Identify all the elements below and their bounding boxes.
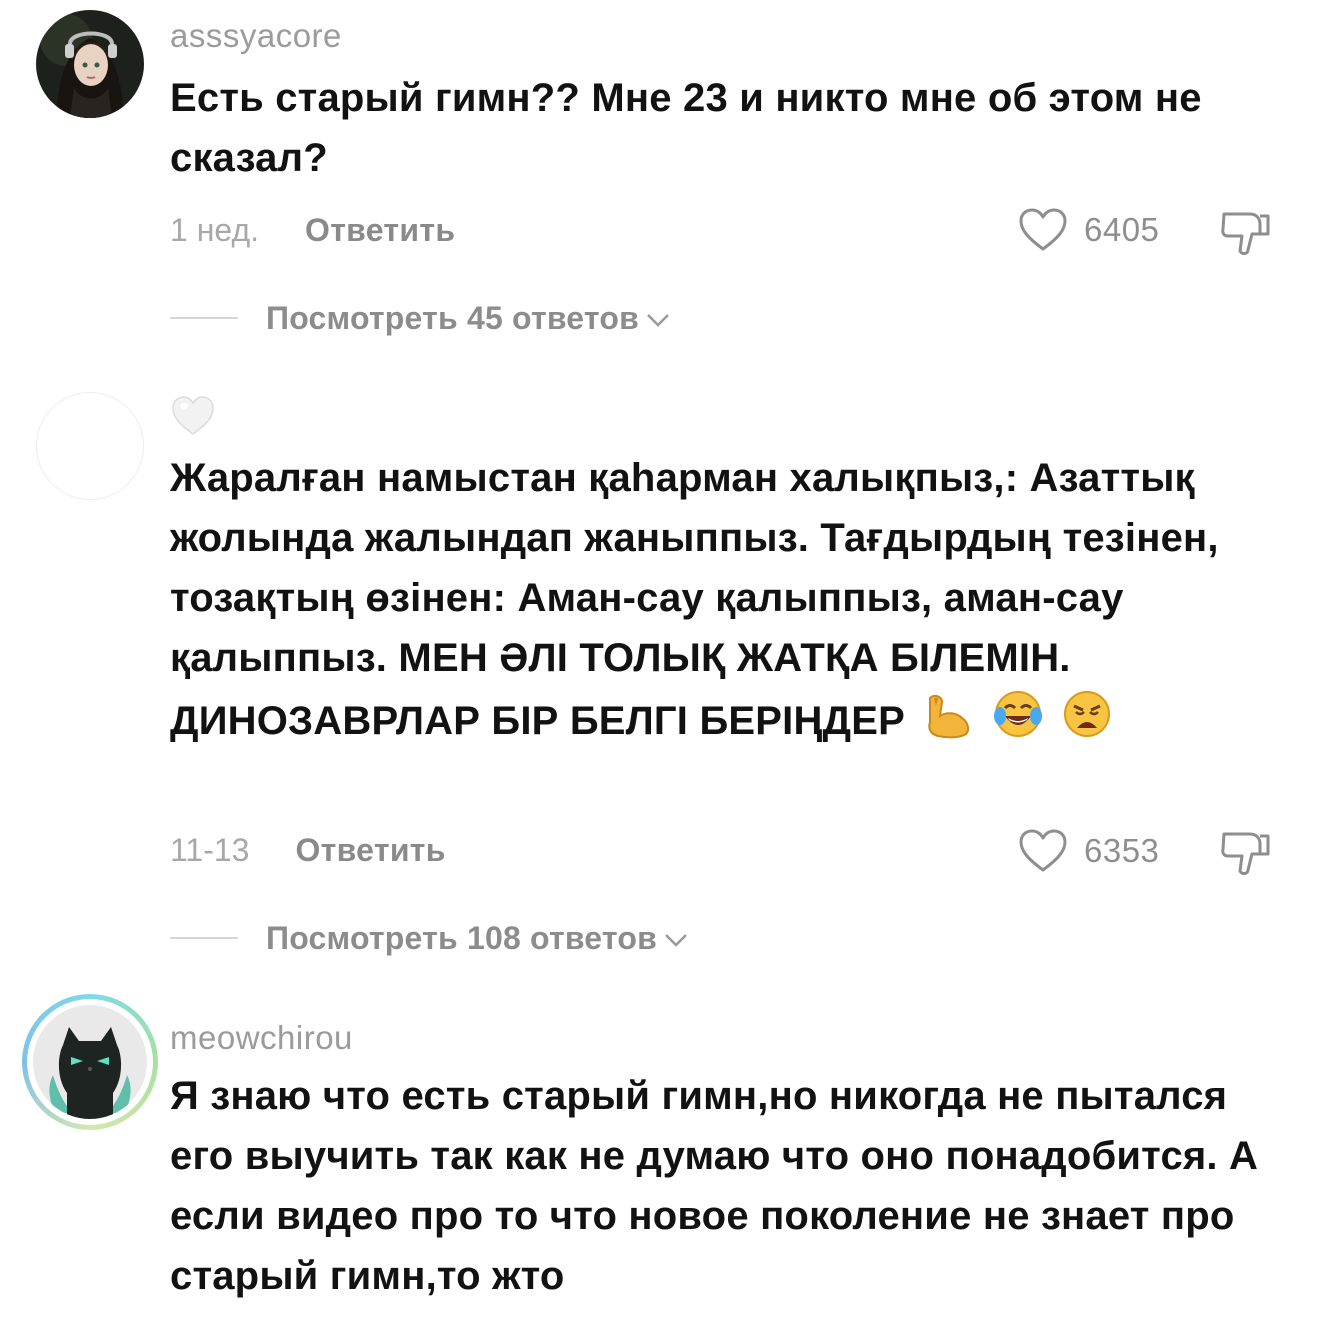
chevron-down-icon [665, 934, 687, 947]
username[interactable]: meowchirou [170, 1018, 353, 1058]
avatar[interactable] [36, 392, 144, 500]
comment-date: 11-13 [170, 832, 250, 868]
reply-button[interactable]: Ответить [305, 212, 455, 248]
face-with-tears-of-joy-icon [992, 688, 1044, 757]
thumbs-down-icon[interactable] [1218, 206, 1274, 258]
comment-text: Я знаю что есть старый гимн,но никогда н… [170, 1074, 1259, 1298]
avatar[interactable] [36, 10, 144, 118]
divider [170, 937, 238, 939]
view-replies-button[interactable]: Посмотреть 45 ответов [170, 296, 671, 340]
comment-meta: 11-13 Ответить [170, 828, 446, 872]
username[interactable]: asssyacore [170, 16, 342, 56]
white-heart-icon[interactable] [170, 394, 216, 443]
like-button[interactable]: 6353 [1018, 826, 1159, 876]
like-count: 6353 [1084, 832, 1160, 869]
view-replies-button[interactable]: Посмотреть 108 ответов [170, 916, 689, 960]
reply-button[interactable]: Ответить [295, 832, 445, 868]
like-count: 6405 [1084, 211, 1160, 248]
avatar [33, 1005, 147, 1119]
flexed-biceps-icon [922, 692, 974, 757]
comment-date: 1 нед. [170, 212, 260, 248]
heart-outline-icon [1019, 829, 1067, 872]
comment-meta: 1 нед. Ответить [170, 208, 455, 252]
view-replies-label: Посмотреть 45 ответов [266, 299, 639, 336]
avatar-story-ring[interactable] [22, 994, 158, 1130]
like-button[interactable]: 6405 [1018, 205, 1159, 255]
comment-text: Жаралған намыстан қаһарман халықпыз,: Аз… [170, 448, 1270, 757]
view-replies-label: Посмотреть 108 ответов [266, 919, 657, 956]
divider [170, 317, 238, 319]
weary-face-icon [1061, 688, 1113, 757]
comment-text: Есть старый гимн?? Мне 23 и никто мне об… [170, 76, 1202, 180]
heart-outline-icon [1019, 208, 1067, 251]
comments-list: asssyacore Есть старый гимн?? Мне 23 и н… [0, 0, 1320, 1320]
thumbs-down-icon[interactable] [1218, 826, 1274, 878]
chevron-down-icon [647, 314, 669, 327]
